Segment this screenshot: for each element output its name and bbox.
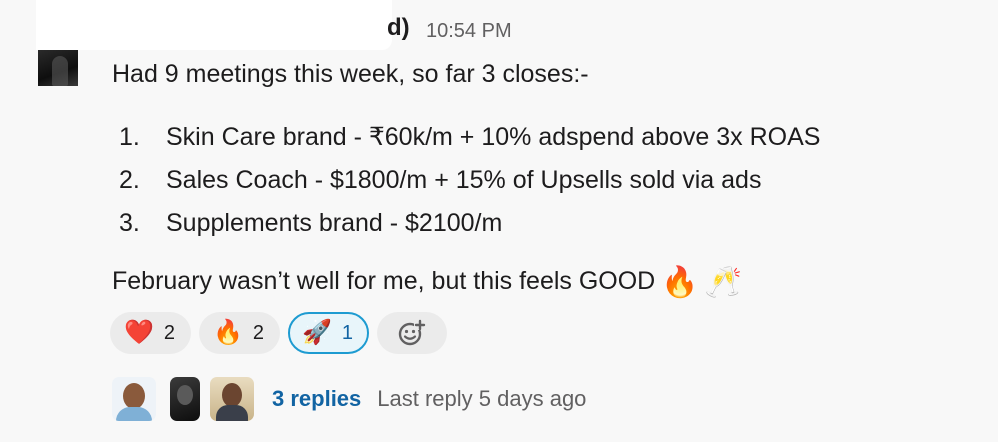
list-text: Sales Coach - $1800/m + 15% of Upsells s… (166, 166, 762, 194)
last-reply-time: Last reply 5 days ago (377, 386, 587, 411)
add-reaction-button[interactable] (377, 312, 448, 354)
list-item: 1. Skin Care brand - ₹60k/m + 10% adspen… (112, 116, 820, 159)
reply-avatar (170, 377, 200, 421)
thread-summary[interactable]: 3 replies Last reply 5 days ago (112, 377, 586, 421)
list-item: 3. Supplements brand - $2100/m (112, 202, 820, 245)
closing-text: February wasn’t well for me, but this fe… (112, 267, 656, 295)
rocket-icon: 🚀 (302, 319, 332, 346)
reaction-count: 1 (341, 321, 354, 344)
reaction-rocket[interactable]: 🚀 1 (288, 312, 370, 354)
message-closing: February wasn’t well for me, but this fe… (112, 265, 742, 299)
list-number: 3. (119, 209, 140, 237)
reactions-bar: ❤️ 2 🔥 2 🚀 1 (110, 312, 448, 354)
message: d) 10:54 PM Had 9 meetings this week, so… (0, 0, 998, 442)
list-number: 1. (119, 123, 140, 151)
heart-icon: ❤️ (124, 319, 154, 346)
message-timestamp[interactable]: 10:54 PM (426, 18, 512, 44)
closes-list: 1. Skin Care brand - ₹60k/m + 10% adspen… (112, 116, 820, 245)
author-name[interactable]: d) (387, 13, 410, 43)
add-reaction-icon (398, 319, 427, 346)
reaction-heart[interactable]: ❤️ 2 (110, 312, 192, 354)
list-text: Skin Care brand - ₹60k/m + 10% adspend a… (166, 123, 821, 151)
redacted-author-name (36, 0, 392, 50)
replies-link[interactable]: 3 replies (272, 386, 361, 412)
fire-icon: 🔥 (661, 266, 699, 299)
reaction-count: 2 (252, 321, 265, 344)
author-avatar[interactable] (38, 50, 78, 86)
reaction-count: 2 (163, 321, 176, 344)
list-text: Supplements brand - $2100/m (166, 209, 503, 237)
fire-icon: 🔥 (213, 319, 243, 346)
message-intro: Had 9 meetings this week, so far 3 close… (112, 60, 589, 88)
reaction-fire[interactable]: 🔥 2 (199, 312, 281, 354)
champagne-icon: 🥂 (704, 266, 742, 299)
reply-avatar (112, 377, 156, 421)
list-item: 2. Sales Coach - $1800/m + 15% of Upsell… (112, 159, 820, 202)
reply-avatar (210, 377, 254, 421)
list-number: 2. (119, 166, 140, 194)
